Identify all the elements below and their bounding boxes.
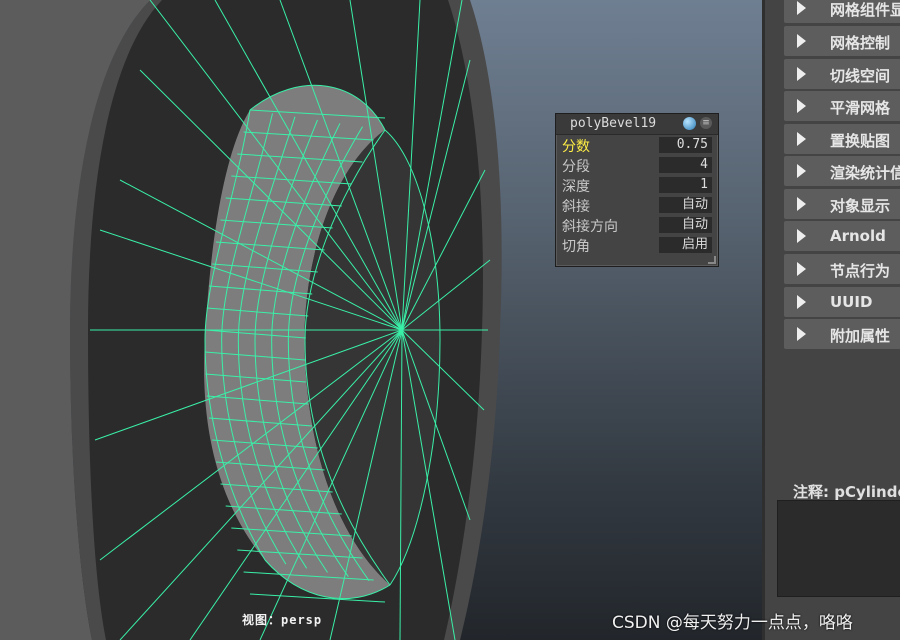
attr-value-field[interactable]: 启用 bbox=[659, 237, 712, 253]
attr-value-field[interactable]: 1 bbox=[659, 177, 712, 193]
section-node-behavior[interactable]: 节点行为 bbox=[784, 254, 900, 284]
attribute-editor: 网格组件显示 网格控制 切线空间 平滑网格 置换贴图 渲染统计信息 对象显示 A… bbox=[762, 0, 900, 640]
resize-grip-icon[interactable] bbox=[708, 256, 716, 264]
section-label: 平滑网格 bbox=[830, 99, 891, 117]
expand-arrow-icon bbox=[797, 327, 806, 341]
expand-arrow-icon bbox=[797, 229, 806, 243]
attr-label: 斜接方向 bbox=[562, 219, 618, 235]
expand-arrow-icon bbox=[797, 197, 806, 211]
attr-row-fraction[interactable]: 分数 0.75 bbox=[556, 135, 718, 155]
section-label: UUID bbox=[830, 293, 873, 311]
notes-label: 注释: pCylinder1 bbox=[793, 483, 900, 501]
attr-value-field[interactable]: 4 bbox=[659, 157, 712, 173]
attr-label: 分数 bbox=[562, 139, 590, 155]
expand-arrow-icon bbox=[797, 1, 806, 15]
section-label: 附加属性 bbox=[830, 327, 891, 345]
notes-textarea[interactable] bbox=[777, 500, 900, 597]
globe-icon[interactable] bbox=[683, 117, 696, 130]
viewport-scene[interactable] bbox=[0, 0, 762, 640]
menu-icon[interactable]: ≡ bbox=[700, 117, 712, 129]
section-label: 网格控制 bbox=[830, 34, 891, 52]
attr-label: 斜接 bbox=[562, 199, 590, 215]
attr-row-depth[interactable]: 深度 1 bbox=[556, 175, 718, 195]
attr-value-field[interactable]: 自动 bbox=[659, 197, 712, 213]
in-view-editor-title-bar[interactable]: polyBevel19 ≡ bbox=[556, 114, 718, 135]
expand-arrow-icon bbox=[797, 99, 806, 113]
camera-label: 视图：persp bbox=[242, 613, 323, 627]
section-extra-attributes[interactable]: 附加属性 bbox=[784, 319, 900, 349]
watermark: CSDN @每天努力一点点，咯咯 bbox=[612, 613, 853, 633]
section-label: 置换贴图 bbox=[830, 132, 891, 150]
expand-arrow-icon bbox=[797, 132, 806, 146]
attr-label: 深度 bbox=[562, 179, 590, 195]
expand-arrow-icon bbox=[797, 295, 806, 309]
expand-arrow-icon bbox=[797, 262, 806, 276]
attr-label: 切角 bbox=[562, 239, 590, 255]
section-label: 渲染统计信息 bbox=[830, 164, 900, 182]
section-label: 网格组件显示 bbox=[830, 1, 900, 19]
expand-arrow-icon bbox=[797, 34, 806, 48]
expand-arrow-icon bbox=[797, 164, 806, 178]
section-label: 对象显示 bbox=[830, 197, 891, 215]
section-render-stats[interactable]: 渲染统计信息 bbox=[784, 156, 900, 186]
section-label: 切线空间 bbox=[830, 67, 891, 85]
attr-row-segments[interactable]: 分段 4 bbox=[556, 155, 718, 175]
3d-viewport[interactable]: 视图：persp bbox=[0, 0, 762, 640]
section-label: 节点行为 bbox=[830, 262, 891, 280]
section-label: Arnold bbox=[830, 227, 886, 245]
in-view-editor[interactable]: polyBevel19 ≡ 分数 0.75 分段 4 深度 1 斜接 自动 斜接… bbox=[555, 113, 719, 267]
attr-row-chamfer[interactable]: 切角 启用 bbox=[556, 235, 718, 255]
section-mesh-component-display[interactable]: 网格组件显示 bbox=[784, 0, 900, 23]
section-mesh-controls[interactable]: 网格控制 bbox=[784, 26, 900, 56]
attr-value-field[interactable]: 0.75 bbox=[659, 137, 712, 153]
section-arnold[interactable]: Arnold bbox=[784, 221, 900, 251]
node-name: polyBevel19 bbox=[570, 116, 657, 131]
section-smooth-mesh[interactable]: 平滑网格 bbox=[784, 91, 900, 121]
expand-arrow-icon bbox=[797, 67, 806, 81]
attr-row-miter-along[interactable]: 斜接方向 自动 bbox=[556, 215, 718, 235]
section-displacement-map[interactable]: 置换贴图 bbox=[784, 124, 900, 154]
section-object-display[interactable]: 对象显示 bbox=[784, 189, 900, 219]
section-tangent-space[interactable]: 切线空间 bbox=[784, 59, 900, 89]
section-uuid[interactable]: UUID bbox=[784, 287, 900, 317]
attr-label: 分段 bbox=[562, 159, 590, 175]
attr-value-field[interactable]: 自动 bbox=[659, 217, 712, 233]
attr-row-mitering[interactable]: 斜接 自动 bbox=[556, 195, 718, 215]
